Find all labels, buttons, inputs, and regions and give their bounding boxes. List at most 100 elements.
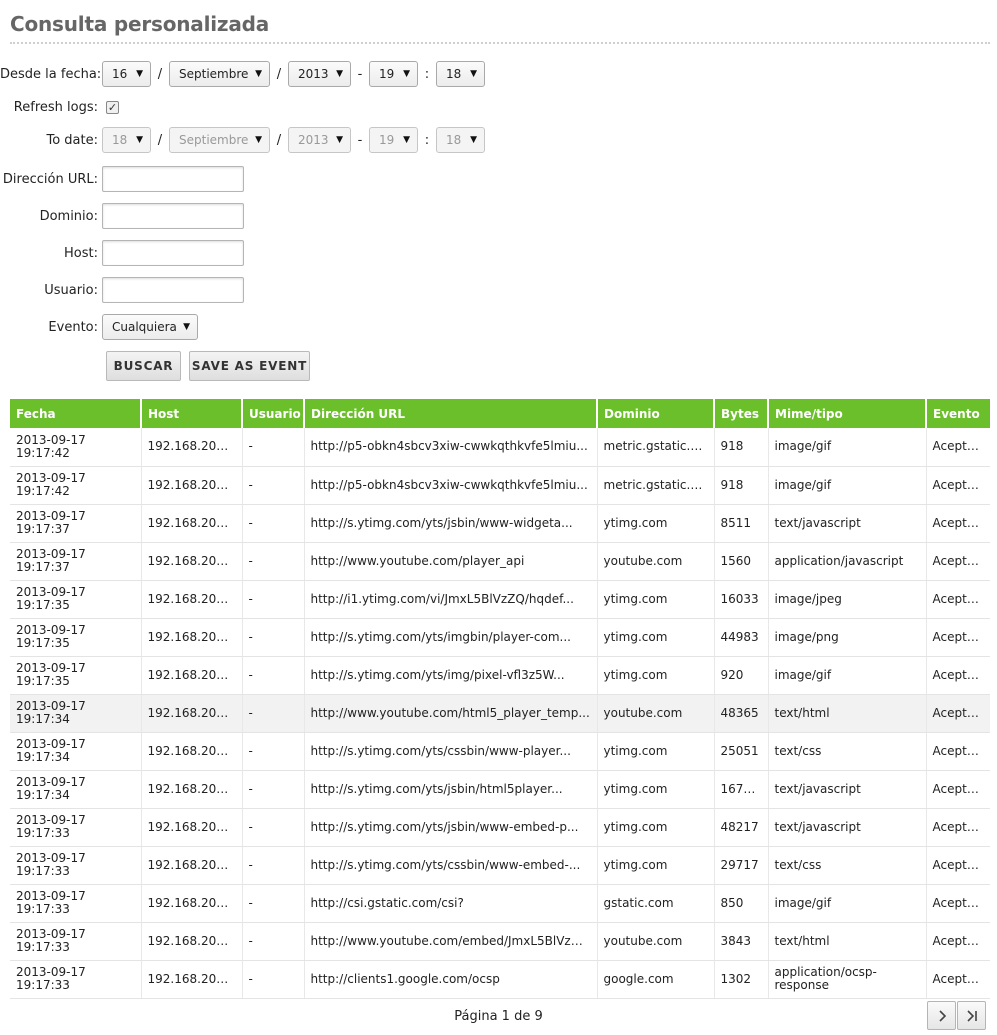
from-hour-select[interactable]: 19 ▼ — [369, 61, 418, 87]
cell-domain: ytimg.com — [597, 504, 715, 543]
cell-event: Aceptado — [926, 428, 990, 467]
table-row[interactable]: 2013-09-17 19:17:34 192.168.200.20- http://… — [10, 694, 990, 733]
cell-event: Aceptado — [926, 466, 990, 505]
cell-url: http://www.youtube.com/html5_player_temp… — [304, 694, 598, 733]
cell-date: 2013-09-17 19:17:34 — [10, 770, 142, 809]
to-month-select[interactable]: Septiembre ▼ — [169, 127, 270, 153]
table-row[interactable]: 2013-09-17 19:17:34 192.168.200.20- http://… — [10, 732, 990, 771]
host-input[interactable] — [102, 240, 244, 266]
cell-domain: ytimg.com — [597, 580, 715, 619]
column-header[interactable]: Dominio — [597, 399, 715, 428]
cell-event: Aceptado — [926, 884, 990, 923]
to-day-select[interactable]: 18 ▼ — [102, 127, 151, 153]
cell-domain: ytimg.com — [597, 808, 715, 847]
table-row[interactable]: 2013-09-17 19:17:35 192.168.200.20- http://… — [10, 618, 990, 657]
table-row[interactable]: 2013-09-17 19:17:37 192.168.200.20- http://… — [10, 542, 990, 581]
cell-user: - — [242, 466, 305, 505]
cell-host: 192.168.200.20 — [141, 618, 243, 657]
next-page-button[interactable] — [927, 1001, 956, 1030]
cell-event: Aceptado — [926, 504, 990, 543]
column-header[interactable]: Usuario — [242, 399, 305, 428]
cell-domain: ytimg.com — [597, 618, 715, 657]
cell-host: 192.168.200.20 — [141, 542, 243, 581]
table-row[interactable]: 2013-09-17 19:17:35 192.168.200.20- http://… — [10, 656, 990, 695]
to-minute-select[interactable]: 18 ▼ — [436, 127, 485, 153]
column-header[interactable]: Bytes — [714, 399, 769, 428]
dropdown-arrow-icon: ▼ — [470, 69, 477, 79]
cell-bytes: 918 — [714, 428, 769, 467]
to-year-select[interactable]: 2013 ▼ — [288, 127, 351, 153]
url-input[interactable] — [102, 166, 244, 192]
user-input[interactable] — [102, 277, 244, 303]
dropdown-arrow-icon: ▼ — [336, 135, 343, 145]
from-day-select[interactable]: 16 ▼ — [102, 61, 151, 87]
event-select[interactable]: Cualquiera ▼ — [102, 314, 198, 340]
cell-date: 2013-09-17 19:17:33 — [10, 846, 142, 885]
last-page-button[interactable] — [957, 1001, 986, 1030]
cell-bytes: 48365 — [714, 694, 769, 733]
cell-mime: image/gif — [768, 884, 927, 923]
table-row[interactable]: 2013-09-17 19:17:33 192.168.200.20- http://… — [10, 846, 990, 885]
table-row[interactable]: 2013-09-17 19:17:34 192.168.200.20- http://… — [10, 770, 990, 809]
cell-domain: youtube.com — [597, 542, 715, 581]
cell-host: 192.168.200.20 — [141, 922, 243, 961]
cell-user: - — [242, 846, 305, 885]
cell-date-time: 19:17:33 — [16, 864, 70, 878]
cell-mime: text/html — [768, 694, 927, 733]
column-header[interactable]: Fecha — [10, 399, 142, 428]
dropdown-arrow-icon: ▼ — [136, 69, 143, 79]
table-row[interactable]: 2013-09-17 19:17:42 192.168.200.20- http://… — [10, 466, 990, 505]
cell-event: Aceptado — [926, 960, 990, 999]
table-row[interactable]: 2013-09-17 19:17:42 192.168.200.20- http://… — [10, 428, 990, 467]
cell-user: - — [242, 694, 305, 733]
cell-mime: text/css — [768, 732, 927, 771]
refresh-row: Refresh logs: ✓ — [0, 94, 119, 120]
cell-bytes: 48217 — [714, 808, 769, 847]
cell-event: Aceptado — [926, 656, 990, 695]
host-row: Host: — [0, 240, 244, 266]
cell-host: 192.168.200.20 — [141, 732, 243, 771]
table-row[interactable]: 2013-09-17 19:17:33 192.168.200.20- http://… — [10, 884, 990, 923]
cell-url: http://s.ytimg.com/yts/jsbin/www-widgeta… — [304, 504, 598, 543]
user-row: Usuario: — [0, 277, 244, 303]
from-year-select[interactable]: 2013 ▼ — [288, 61, 351, 87]
table-row[interactable]: 2013-09-17 19:17:35 192.168.200.20- http://… — [10, 580, 990, 619]
cell-mime: application/ocsp-response — [768, 960, 927, 999]
cell-date-time: 19:17:35 — [16, 598, 70, 612]
table-row[interactable]: 2013-09-17 19:17:33 192.168.200.20- http://… — [10, 922, 990, 961]
column-header[interactable]: Dirección URL — [304, 399, 598, 428]
cell-url: http://s.ytimg.com/yts/imgbin/player-com… — [304, 618, 598, 657]
column-header[interactable]: Mime/tipo — [768, 399, 927, 428]
chevron-right-icon — [938, 1009, 946, 1022]
cell-host: 192.168.200.20 — [141, 656, 243, 695]
cell-date-time: 19:17:42 — [16, 484, 70, 498]
table-row[interactable]: 2013-09-17 19:17:37 192.168.200.20- http://… — [10, 504, 990, 543]
column-header[interactable]: Host — [141, 399, 243, 428]
save-as-event-button[interactable]: SAVE AS EVENT — [189, 351, 310, 381]
cell-url: http://www.youtube.com/embed/JmxL5BlVzZQ… — [304, 922, 598, 961]
cell-mime: image/gif — [768, 428, 927, 467]
from-month-select[interactable]: Septiembre ▼ — [169, 61, 270, 87]
cell-mime: text/html — [768, 922, 927, 961]
refresh-checkbox[interactable]: ✓ — [106, 100, 119, 114]
cell-user: - — [242, 808, 305, 847]
from-minute-select[interactable]: 18 ▼ — [436, 61, 485, 87]
cell-url: http://s.ytimg.com/yts/jsbin/www-embed-p… — [304, 808, 598, 847]
domain-input[interactable] — [102, 203, 244, 229]
cell-date-day: 2013-09-17 — [16, 432, 86, 447]
dropdown-arrow-icon: ▼ — [136, 135, 143, 145]
cell-date-time: 19:17:34 — [16, 788, 70, 802]
search-button[interactable]: BUSCAR — [106, 351, 181, 381]
table-row[interactable]: 2013-09-17 19:17:33 192.168.200.20- http://… — [10, 960, 990, 999]
cell-domain: ytimg.com — [597, 770, 715, 809]
title-divider — [10, 42, 990, 44]
event-row: Evento: Cualquiera ▼ — [0, 314, 198, 340]
cell-bytes: 850 — [714, 884, 769, 923]
domain-row: Dominio: — [0, 203, 244, 229]
to-hour-select[interactable]: 19 ▼ — [369, 127, 418, 153]
skip-to-last-icon — [966, 1009, 977, 1022]
cell-url: http://www.youtube.com/player_api — [304, 542, 598, 581]
cell-domain: ytimg.com — [597, 656, 715, 695]
table-row[interactable]: 2013-09-17 19:17:33 192.168.200.20- http://… — [10, 808, 990, 847]
column-header[interactable]: Evento — [926, 399, 990, 428]
